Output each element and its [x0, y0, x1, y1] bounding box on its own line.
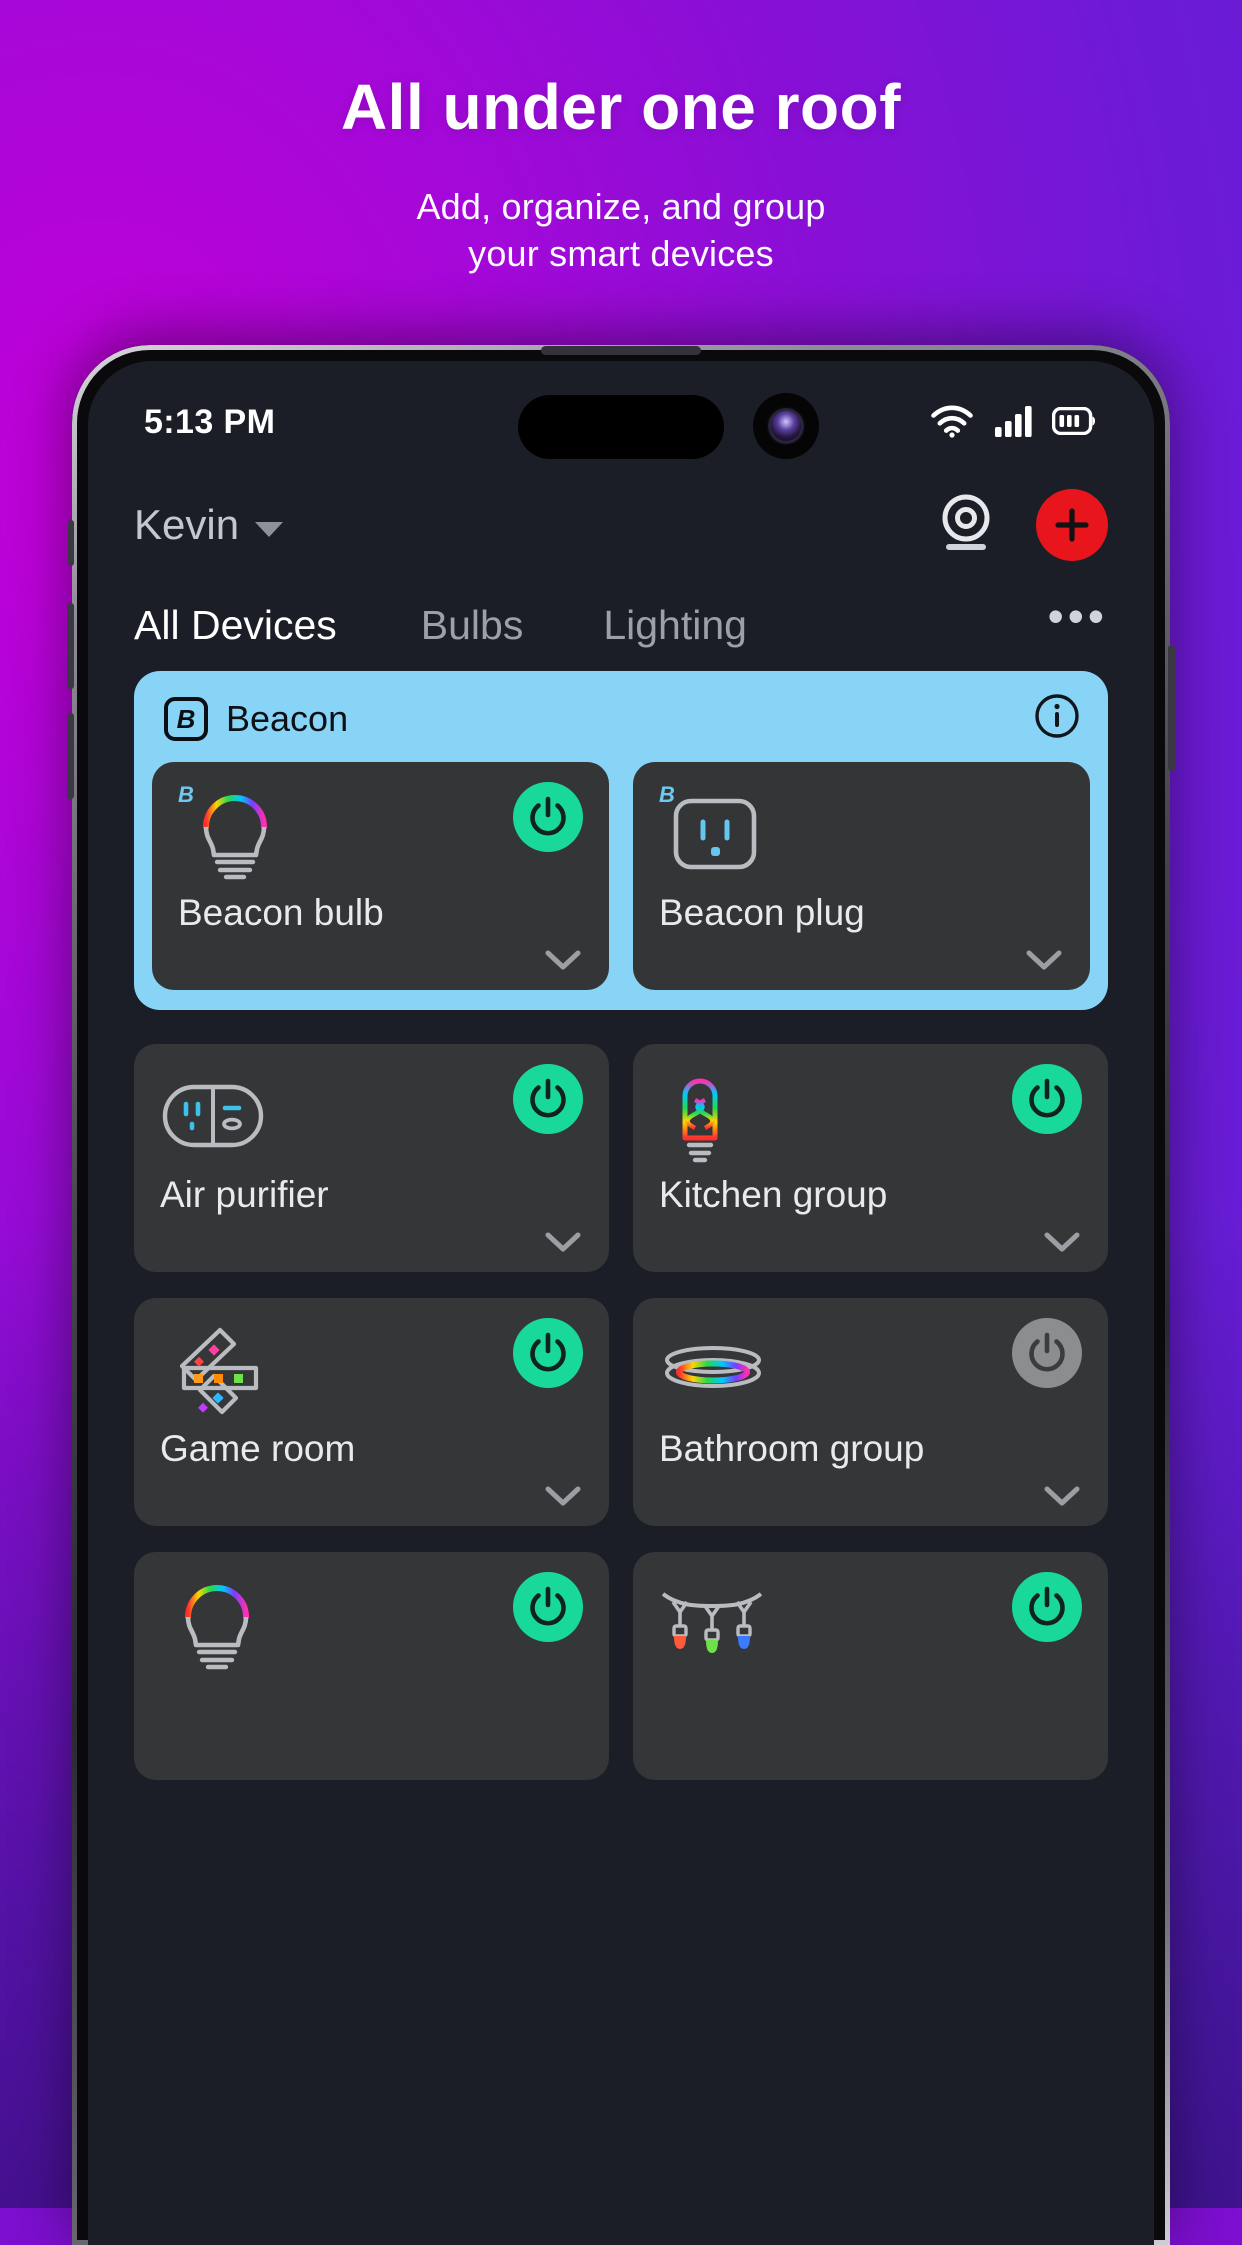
dynamic-island	[518, 395, 724, 459]
earpiece-speaker	[541, 346, 701, 355]
info-icon[interactable]	[1034, 693, 1080, 744]
header-actions	[936, 489, 1108, 561]
power-icon	[1029, 1586, 1065, 1626]
volume-up-button[interactable]	[67, 603, 74, 689]
device-card-partial-bulb[interactable]	[134, 1552, 609, 1780]
status-clock: 5:13 PM	[144, 402, 276, 441]
power-toggle[interactable]	[1012, 1572, 1082, 1642]
status-icon-group	[930, 404, 1098, 438]
rgb-bulb-icon	[160, 1574, 280, 1670]
power-toggle[interactable]	[513, 1318, 583, 1388]
group-header: B Beacon	[152, 689, 1090, 762]
status-bar: 5:13 PM	[88, 361, 1154, 467]
rgb-bulb-icon: B	[178, 782, 298, 880]
rgb-edison-bulb-icon	[659, 1066, 779, 1163]
power-toggle[interactable]	[513, 1064, 583, 1134]
chevron-down-icon	[255, 521, 284, 537]
chevron-down-icon[interactable]	[1044, 1485, 1080, 1512]
tab-lighting[interactable]: Lighting	[603, 602, 747, 665]
device-card-bathroom-group[interactable]: Bathroom group	[633, 1298, 1108, 1526]
chevron-down-icon[interactable]	[545, 1231, 581, 1258]
air-purifier-icon	[160, 1066, 280, 1162]
device-filter-tabs: All Devices Bulbs Lighting •••	[88, 571, 1154, 665]
power-toggle[interactable]	[513, 1572, 583, 1642]
tab-bulbs[interactable]: Bulbs	[421, 602, 524, 665]
device-name: Beacon plug	[659, 892, 865, 933]
group-name: Beacon	[226, 697, 349, 739]
chevron-down-icon[interactable]	[545, 1485, 581, 1512]
group-device-grid: B Beacon bulb B Beacon plug	[152, 762, 1090, 990]
chevron-down-icon[interactable]	[545, 949, 581, 976]
chevron-down-icon[interactable]	[1044, 1231, 1080, 1258]
device-card-beacon-bulb[interactable]: B Beacon bulb	[152, 762, 609, 990]
promo-text-block: All under one roof Add, organize, and gr…	[0, 0, 1242, 278]
tab-all-devices[interactable]: All Devices	[134, 602, 337, 665]
tabs-overflow-button[interactable]: •••	[1048, 589, 1108, 665]
power-icon	[530, 1332, 566, 1372]
power-icon	[530, 796, 566, 836]
power-toggle[interactable]	[1012, 1064, 1082, 1134]
device-list: B Beacon B Beacon bulb B Beacon plug Air…	[88, 665, 1154, 1780]
device-card-beacon-plug[interactable]: B Beacon plug	[633, 762, 1090, 990]
power-icon	[1029, 1332, 1065, 1372]
device-card-air-purifier[interactable]: Air purifier	[134, 1044, 609, 1272]
promo-subtitle-line1: Add, organize, and group	[416, 186, 826, 228]
add-device-button[interactable]	[1036, 489, 1108, 561]
power-icon	[530, 1586, 566, 1626]
smart-plug-icon: B	[659, 782, 779, 880]
side-power-button[interactable]	[1168, 645, 1175, 771]
phone-mockup: 5:13 PM Kevin All Devices Bulbs Lighting…	[67, 345, 1175, 2245]
device-group-beacon: B Beacon B Beacon bulb B Beacon plug	[134, 671, 1108, 1010]
promo-subtitle-line2: your smart devices	[468, 233, 774, 275]
power-icon	[530, 1078, 566, 1118]
power-toggle[interactable]	[513, 782, 583, 852]
chevron-down-icon[interactable]	[1026, 949, 1062, 976]
power-icon	[1029, 1078, 1065, 1118]
battery-icon	[1052, 407, 1098, 435]
profile-name: Kevin	[134, 501, 240, 548]
device-name: Kitchen group	[659, 1174, 888, 1215]
front-camera-icon	[753, 393, 819, 459]
plus-icon	[1055, 508, 1089, 542]
device-name: Air purifier	[160, 1174, 329, 1215]
phone-screen: 5:13 PM Kevin All Devices Bulbs Lighting…	[88, 361, 1154, 2245]
device-name: Beacon bulb	[178, 892, 384, 933]
profile-selector[interactable]: Kevin	[134, 501, 284, 549]
device-name: Game room	[160, 1428, 356, 1469]
app-header: Kevin	[88, 467, 1154, 571]
promo-title: All under one roof	[340, 71, 902, 143]
mute-switch[interactable]	[68, 520, 74, 566]
ceiling-ring-light-icon	[659, 1320, 779, 1416]
string-lights-icon	[659, 1574, 779, 1670]
beacon-logo-icon: B	[164, 696, 208, 741]
volume-down-button[interactable]	[67, 713, 74, 799]
power-toggle[interactable]	[1012, 1318, 1082, 1388]
promo-subtitle: Add, organize, and group your smart devi…	[0, 184, 1242, 278]
wifi-icon	[930, 404, 974, 438]
device-card-partial-string-lights[interactable]	[633, 1552, 1108, 1780]
light-strip-icon	[160, 1320, 280, 1416]
device-name: Bathroom group	[659, 1428, 925, 1469]
device-card-kitchen-group[interactable]: Kitchen group	[633, 1044, 1108, 1272]
device-card-game-room[interactable]: Game room	[134, 1298, 609, 1526]
cellular-signal-icon	[994, 405, 1032, 437]
ungrouped-device-grid: Air purifier Kitchen group Game room Bat…	[134, 1044, 1108, 1780]
camera-icon[interactable]	[936, 492, 996, 559]
